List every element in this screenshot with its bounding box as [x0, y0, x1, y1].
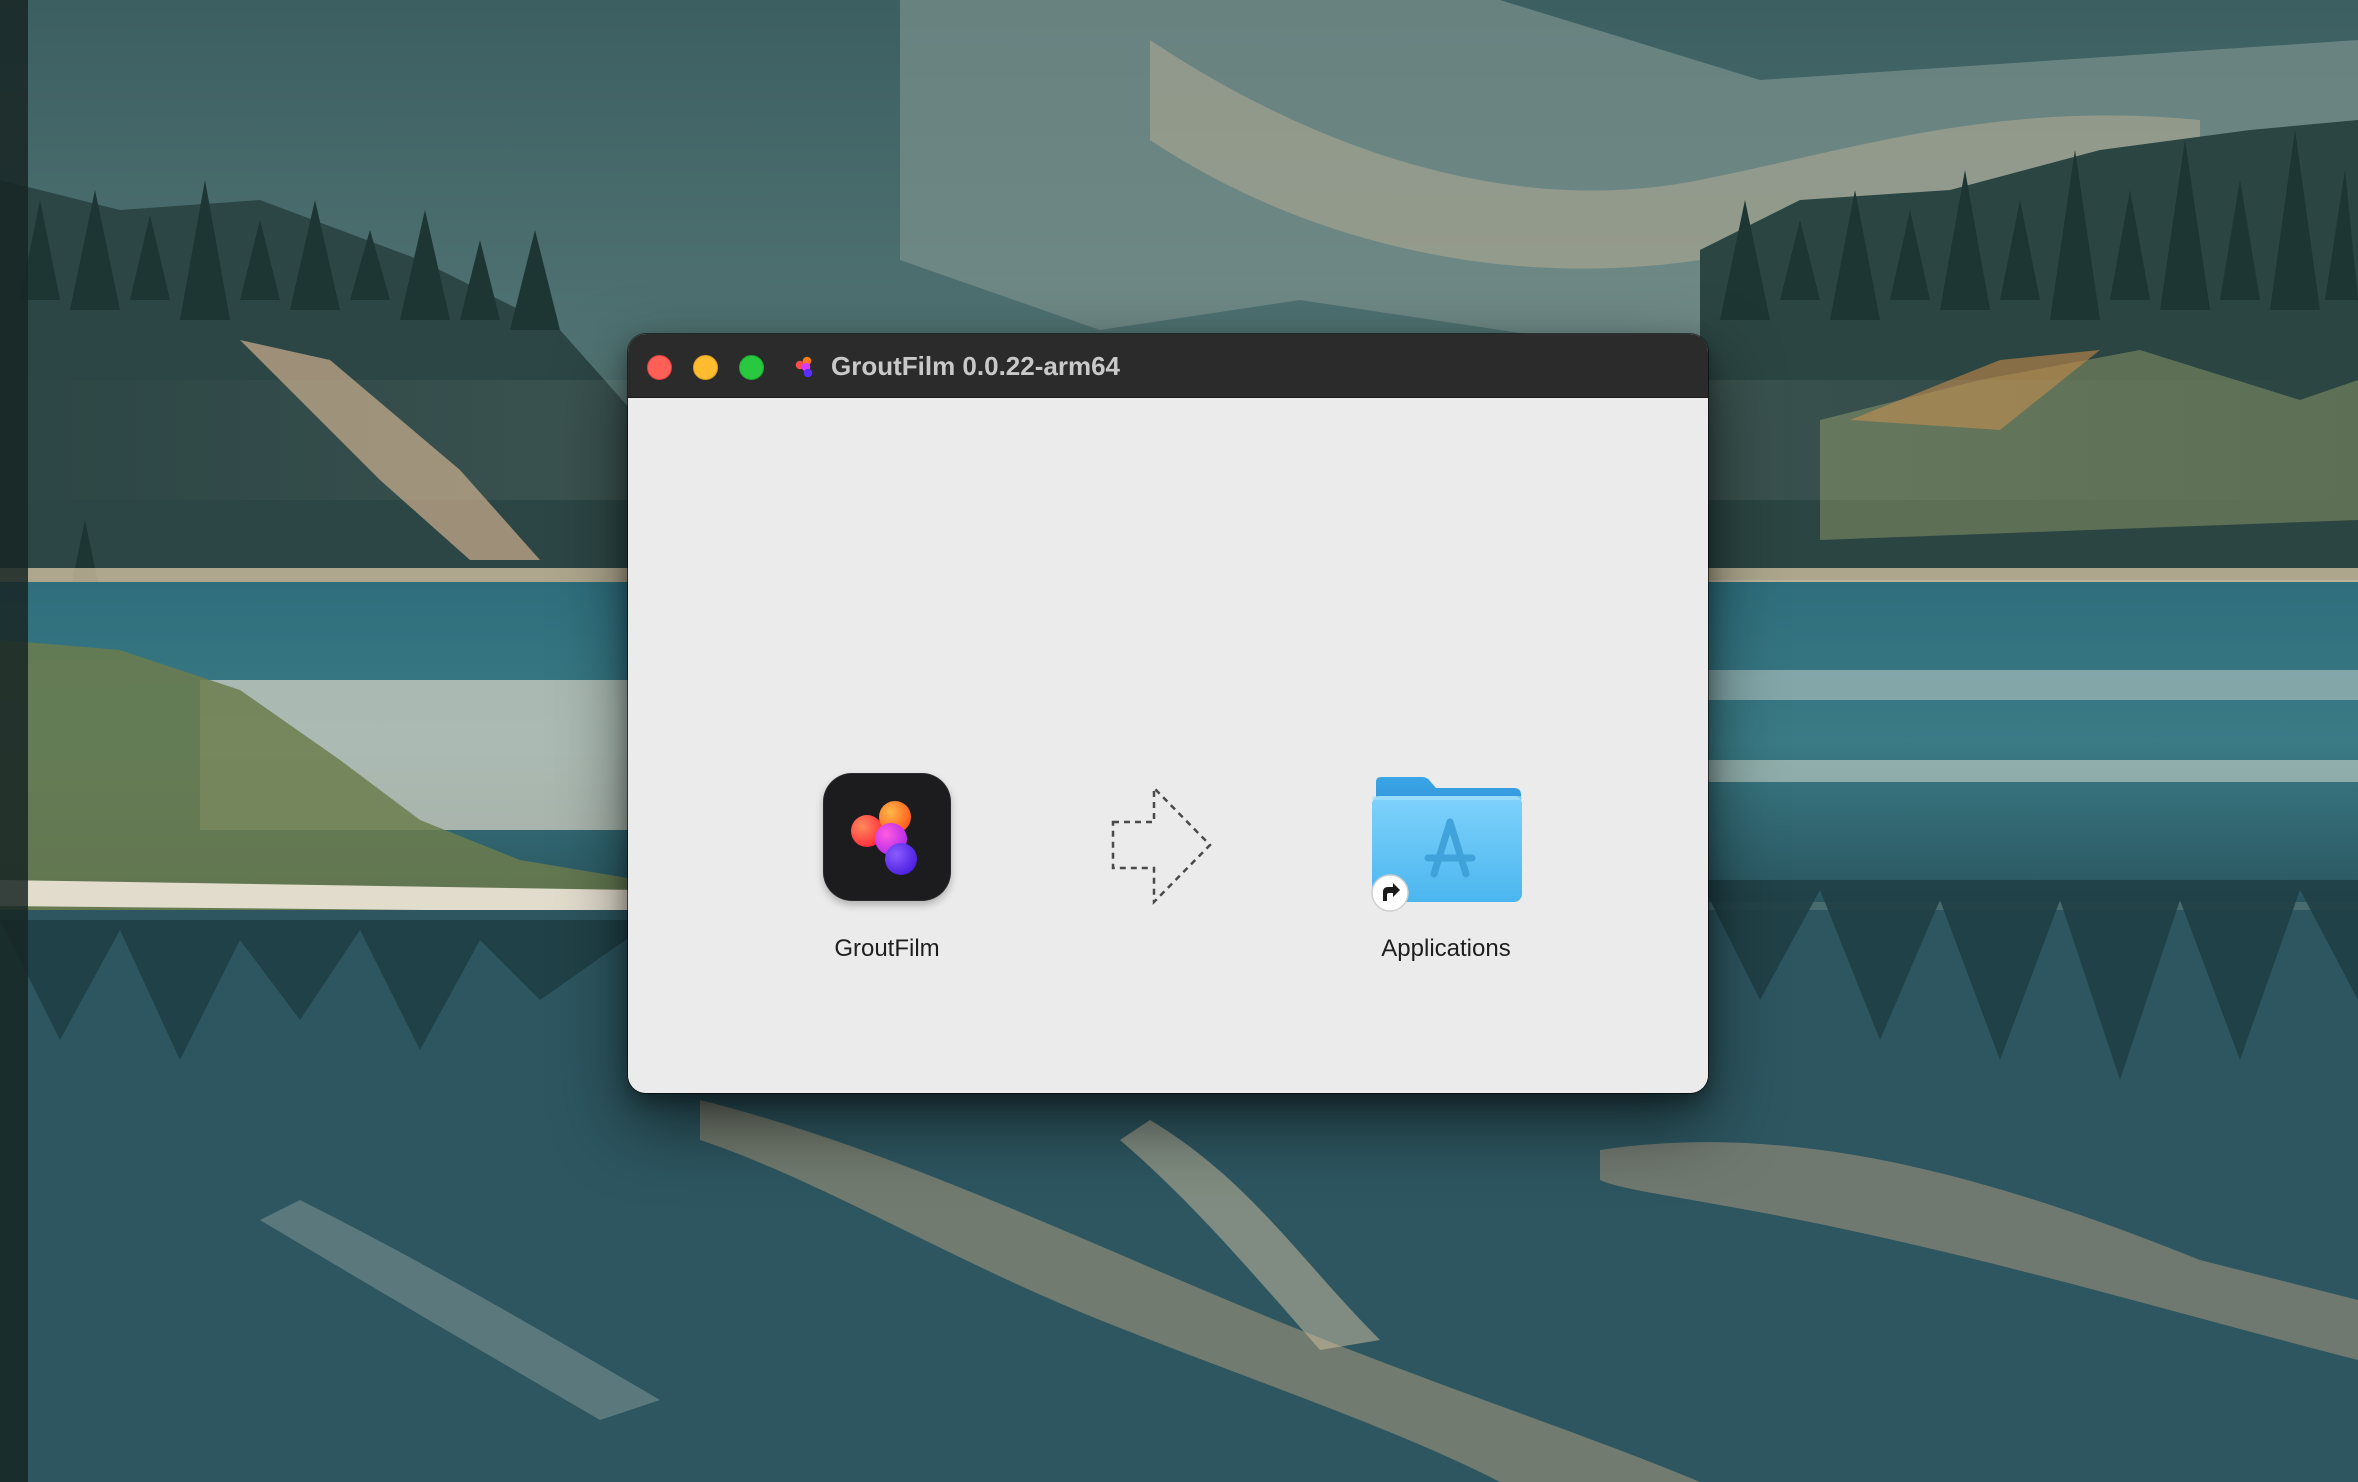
window-titlebar[interactable]: GroutFilm 0.0.22-arm64 [628, 334, 1708, 398]
window-content [628, 398, 1708, 1093]
applications-folder-label: Applications [1381, 935, 1511, 962]
groutfilm-app-icon [795, 356, 813, 378]
dashed-arrow-right-icon [1111, 784, 1212, 906]
alias-arrow-icon [1371, 874, 1409, 912]
dmg-installer-window: GroutFilm 0.0.22-arm64 [628, 334, 1708, 1093]
desktop: GroutFilm 0.0.22-arm64 GroutFilm Applica… [0, 0, 2358, 1482]
groutfilm-logo-icon [851, 801, 917, 875]
window-title: GroutFilm 0.0.22-arm64 [831, 351, 1120, 381]
minimize-icon[interactable] [693, 355, 718, 380]
groutfilm-app-icon[interactable] [823, 773, 951, 901]
groutfilm-app-label: GroutFilm [834, 935, 940, 962]
zoom-icon[interactable] [739, 355, 764, 380]
close-icon[interactable] [647, 355, 672, 380]
